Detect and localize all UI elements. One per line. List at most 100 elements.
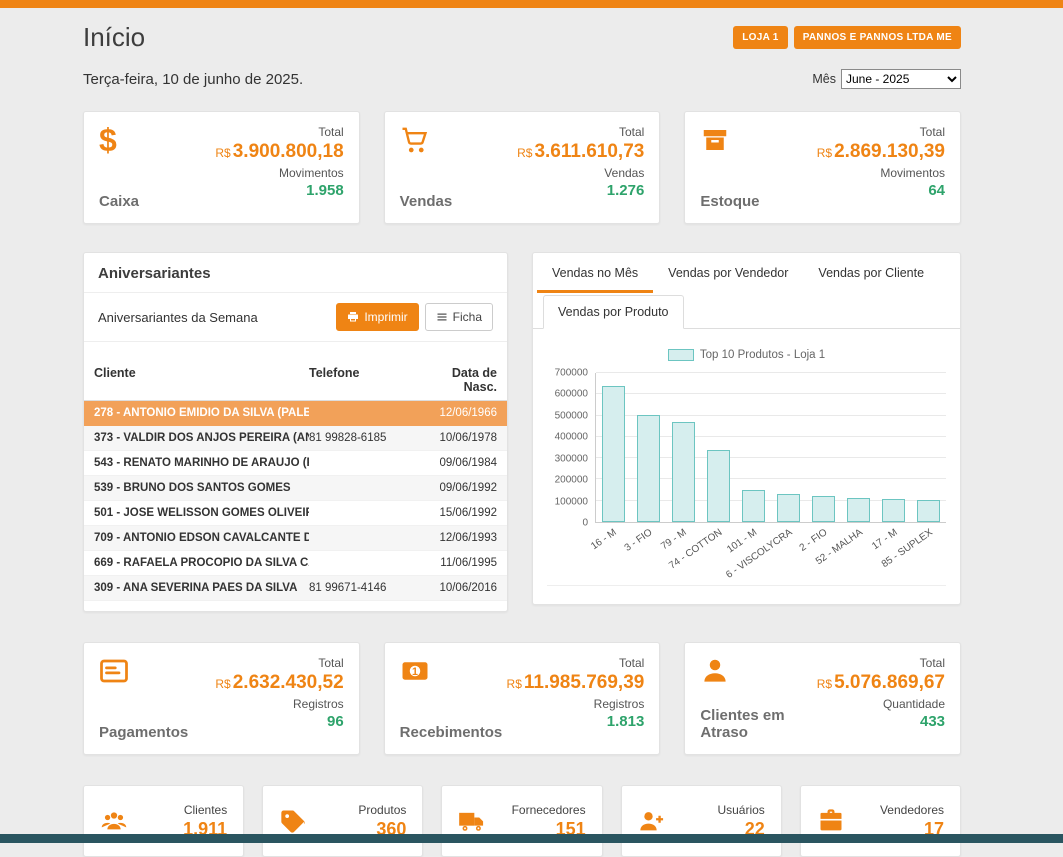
summary-row-top: $ Caixa Total R$3.900.800,18 Movimentos … [83, 111, 961, 224]
total-value: 5.076.869,67 [834, 672, 945, 693]
chart-bar [812, 496, 834, 522]
count-value: 1.276 [607, 182, 645, 199]
legend-label: Top 10 Produtos - Loja 1 [700, 349, 825, 361]
currency-prefix: R$ [817, 677, 832, 691]
list-icon [436, 311, 448, 323]
table-row[interactable]: 278 - ANTONIO EMIDIO DA SILVA (PALE... 1… [84, 401, 507, 426]
tab-vendas-por-produto[interactable]: Vendas por Produto [543, 295, 684, 329]
credit-card-icon [99, 656, 188, 686]
sales-chart: Top 10 Produtos - Loja 1 010000020000030… [533, 329, 960, 586]
client-cell: 309 - ANA SEVERINA PAES DA SILVA [94, 582, 309, 594]
count-value: 64 [928, 182, 945, 199]
date-cell: 09/06/1984 [417, 457, 497, 469]
ficha-button-label: Ficha [453, 310, 482, 324]
birthdays-subtitle: Aniversariantes da Semana [98, 310, 258, 325]
client-cell: 501 - JOSE WELISSON GOMES OLIVEIR... [94, 507, 309, 519]
count-label: Quantidade [883, 697, 945, 711]
table-row[interactable]: 501 - JOSE WELISSON GOMES OLIVEIR... 15/… [84, 501, 507, 526]
y-tick-label: 300000 [555, 453, 588, 464]
count-label: Registros [594, 697, 645, 711]
mini-card-label: Clientes [184, 803, 227, 817]
person-icon [700, 656, 816, 686]
mini-card-usuarios: Usuários 22 [621, 785, 782, 857]
tab-vendas-por-cliente[interactable]: Vendas por Cliente [803, 253, 939, 293]
table-row[interactable]: 539 - BRUNO DOS SANTOS GOMES 09/06/1992 [84, 476, 507, 501]
y-tick-label: 200000 [555, 475, 588, 486]
cart-icon [400, 125, 453, 155]
printer-icon [347, 311, 359, 323]
money-icon: 1 [400, 656, 503, 686]
chart-divider [547, 585, 946, 586]
total-label: Total [920, 125, 945, 139]
dollar-icon: $ [99, 125, 139, 155]
currency-prefix: R$ [215, 677, 230, 691]
date-cell: 15/06/1992 [417, 507, 497, 519]
summary-row-bottom: Pagamentos Total R$2.632.430,52 Registro… [83, 642, 961, 755]
tab-label: Vendas por Cliente [818, 266, 924, 280]
chart-y-axis: 0100000200000300000400000500000600000700… [547, 373, 595, 523]
column-header-data-nasc: Data de Nasc. [417, 366, 497, 394]
date-cell: 10/06/2016 [417, 582, 497, 594]
chart-bar [742, 490, 764, 522]
chart-bars [596, 373, 946, 522]
table-row[interactable]: 309 - ANA SEVERINA PAES DA SILVA 81 9967… [84, 576, 507, 601]
briefcase-icon [817, 807, 845, 835]
phone-cell: 81 99828-6185 [309, 432, 417, 444]
chart-bar [602, 386, 624, 522]
total-label: Total [619, 125, 644, 139]
x-tick-label: 16 - M [589, 527, 619, 552]
date-cell: 12/06/1966 [417, 407, 497, 419]
chart-bar [707, 450, 729, 522]
tab-vendas-por-vendedor[interactable]: Vendas por Vendedor [653, 253, 803, 293]
count-label: Registros [293, 697, 344, 711]
total-value: 2.632.430,52 [233, 672, 344, 693]
table-row[interactable]: 669 - RAFAELA PROCOPIO DA SILVA CA... 11… [84, 551, 507, 576]
column-header-cliente: Cliente [94, 366, 309, 394]
total-label: Total [318, 656, 343, 670]
stat-card-title: Clientes em Atraso [700, 707, 816, 741]
sales-tabs: Vendas no Mês Vendas por Vendedor Vendas… [533, 253, 960, 293]
y-tick-label: 500000 [555, 410, 588, 421]
mini-cards-row: Clientes 1.911 Produtos 360 Fornecedores… [83, 785, 961, 857]
stat-card-title: Caixa [99, 193, 139, 210]
tag-icon [279, 807, 307, 835]
legend-swatch [668, 349, 694, 361]
chart-bar [637, 415, 659, 522]
stat-card-clientes-atraso: Clientes em Atraso Total R$5.076.869,67 … [684, 642, 961, 755]
stat-card-estoque: Estoque Total R$2.869.130,39 Movimentos … [684, 111, 961, 224]
column-header-telefone: Telefone [309, 366, 417, 394]
company-button[interactable]: PANNOS E PANNOS LTDA ME [794, 26, 961, 49]
birthdays-table: Cliente Telefone Data de Nasc. 278 - ANT… [84, 360, 507, 601]
stat-card-title: Pagamentos [99, 724, 188, 741]
month-label: Mês [812, 72, 836, 86]
y-tick-label: 0 [582, 518, 588, 529]
print-button[interactable]: Imprimir [336, 303, 418, 331]
table-row[interactable]: 543 - RENATO MARINHO DE ARAUJO (F... 09/… [84, 451, 507, 476]
chart-bar [672, 422, 694, 522]
box-icon [700, 125, 759, 155]
print-button-label: Imprimir [364, 310, 407, 324]
chart-bar [847, 498, 869, 522]
tab-vendas-no-mes[interactable]: Vendas no Mês [537, 253, 653, 293]
phone-cell: 81 99671-4146 [309, 582, 417, 594]
chart-bar [882, 499, 904, 522]
total-value: 11.985.769,39 [524, 672, 644, 693]
table-row[interactable]: 709 - ANTONIO EDSON CAVALCANTE D... 12/0… [84, 526, 507, 551]
ficha-button[interactable]: Ficha [425, 303, 493, 331]
chart-plot [595, 373, 946, 523]
date-cell: 11/06/1995 [417, 557, 497, 569]
date-cell: 10/06/1978 [417, 432, 497, 444]
table-row[interactable]: 373 - VALDIR DOS ANJOS PEREIRA (AN... 81… [84, 426, 507, 451]
chart-legend: Top 10 Produtos - Loja 1 [547, 349, 946, 361]
mini-card-label: Vendedores [880, 803, 944, 817]
total-label: Total [920, 656, 945, 670]
month-select[interactable]: June - 2025 [841, 69, 961, 89]
store-button[interactable]: LOJA 1 [733, 26, 787, 49]
stat-card-vendas: Vendas Total R$3.611.610,73 Vendas 1.276 [384, 111, 661, 224]
page-header: Início LOJA 1 PANNOS E PANNOS LTDA ME [83, 22, 961, 53]
group-icon [100, 807, 128, 835]
currency-prefix: R$ [517, 146, 532, 160]
mini-card-vendedores: Vendedores 17 [800, 785, 961, 857]
y-tick-label: 700000 [555, 368, 588, 379]
mini-card-label: Produtos [358, 803, 406, 817]
